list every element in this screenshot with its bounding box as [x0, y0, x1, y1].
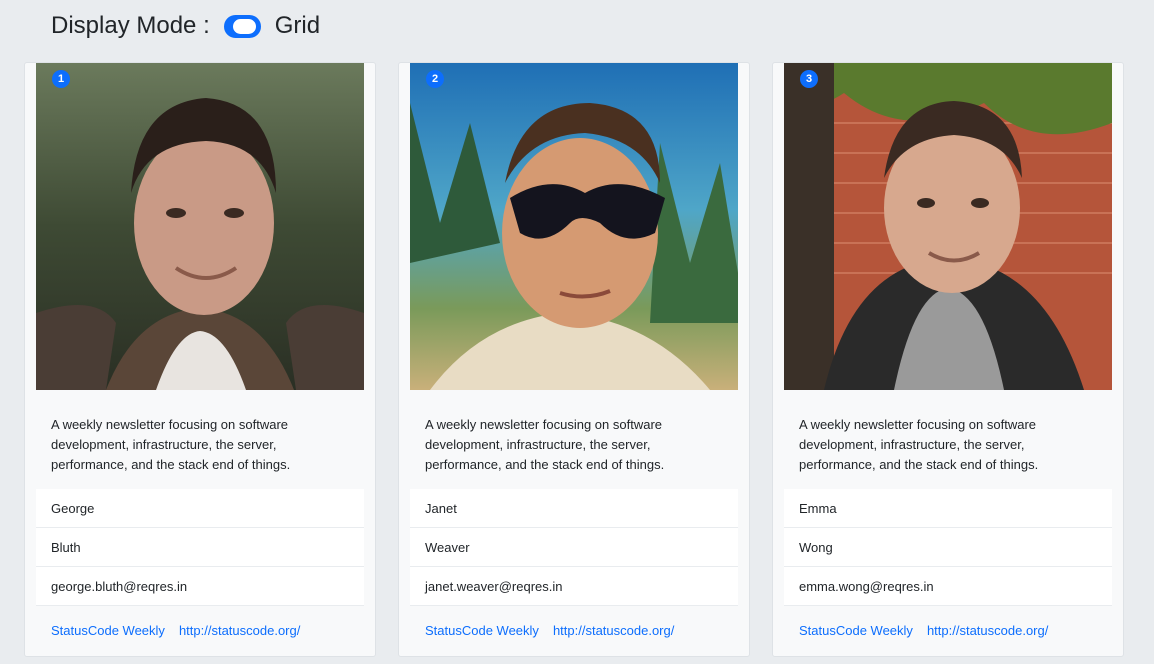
card-links: StatusCode Weekly http://statuscode.org/: [799, 623, 1048, 638]
user-details-list: Emma Wong emma.wong@reqres.in: [784, 489, 1112, 606]
support-url-link[interactable]: http://statuscode.org/: [179, 623, 300, 638]
card-links: StatusCode Weekly http://statuscode.org/: [425, 623, 674, 638]
user-description: A weekly newsletter focusing on software…: [799, 417, 1039, 472]
user-id-badge: 3: [800, 70, 818, 88]
card-links: StatusCode Weekly http://statuscode.org/: [51, 623, 300, 638]
support-text-link[interactable]: StatusCode Weekly: [51, 623, 165, 638]
email-item: janet.weaver@reqres.in: [410, 567, 738, 606]
first-name-item: Emma: [784, 489, 1112, 528]
last-name-item: Weaver: [410, 528, 738, 567]
email-item: george.bluth@reqres.in: [36, 567, 364, 606]
user-id-badge: 1: [52, 70, 70, 88]
user-details-list: George Bluth george.bluth@reqres.in: [36, 489, 364, 606]
display-mode-value: Grid: [274, 12, 321, 39]
support-url-link[interactable]: http://statuscode.org/: [927, 623, 1048, 638]
user-avatar-photo: 3: [784, 63, 1112, 390]
support-text-link[interactable]: StatusCode Weekly: [425, 623, 539, 638]
last-name-item: Bluth: [36, 528, 364, 567]
user-description: A weekly newsletter focusing on software…: [425, 417, 665, 472]
email-item: emma.wong@reqres.in: [784, 567, 1112, 606]
first-name-item: George: [36, 489, 364, 528]
support-text-link[interactable]: StatusCode Weekly: [799, 623, 913, 638]
display-mode-header: Display Mode : Grid: [51, 10, 320, 42]
user-card: 2 A weekly newsletter focusing on softwa…: [398, 62, 750, 657]
user-details-list: Janet Weaver janet.weaver@reqres.in: [410, 489, 738, 606]
display-mode-label: Display Mode :: [51, 12, 210, 39]
first-name-item: Janet: [410, 489, 738, 528]
user-card: 1 A weekly newsletter focusing on softwa…: [24, 62, 376, 657]
display-mode-toggle[interactable]: [223, 14, 261, 38]
user-avatar-photo: 1: [36, 63, 364, 390]
last-name-item: Wong: [784, 528, 1112, 567]
user-id-badge: 2: [426, 70, 444, 88]
user-avatar-photo: 2: [410, 63, 738, 390]
user-description: A weekly newsletter focusing on software…: [51, 417, 291, 472]
toggle-knob: [232, 18, 256, 34]
support-url-link[interactable]: http://statuscode.org/: [553, 623, 674, 638]
user-card: 3 A weekly newsletter focusing on softwa…: [772, 62, 1124, 657]
